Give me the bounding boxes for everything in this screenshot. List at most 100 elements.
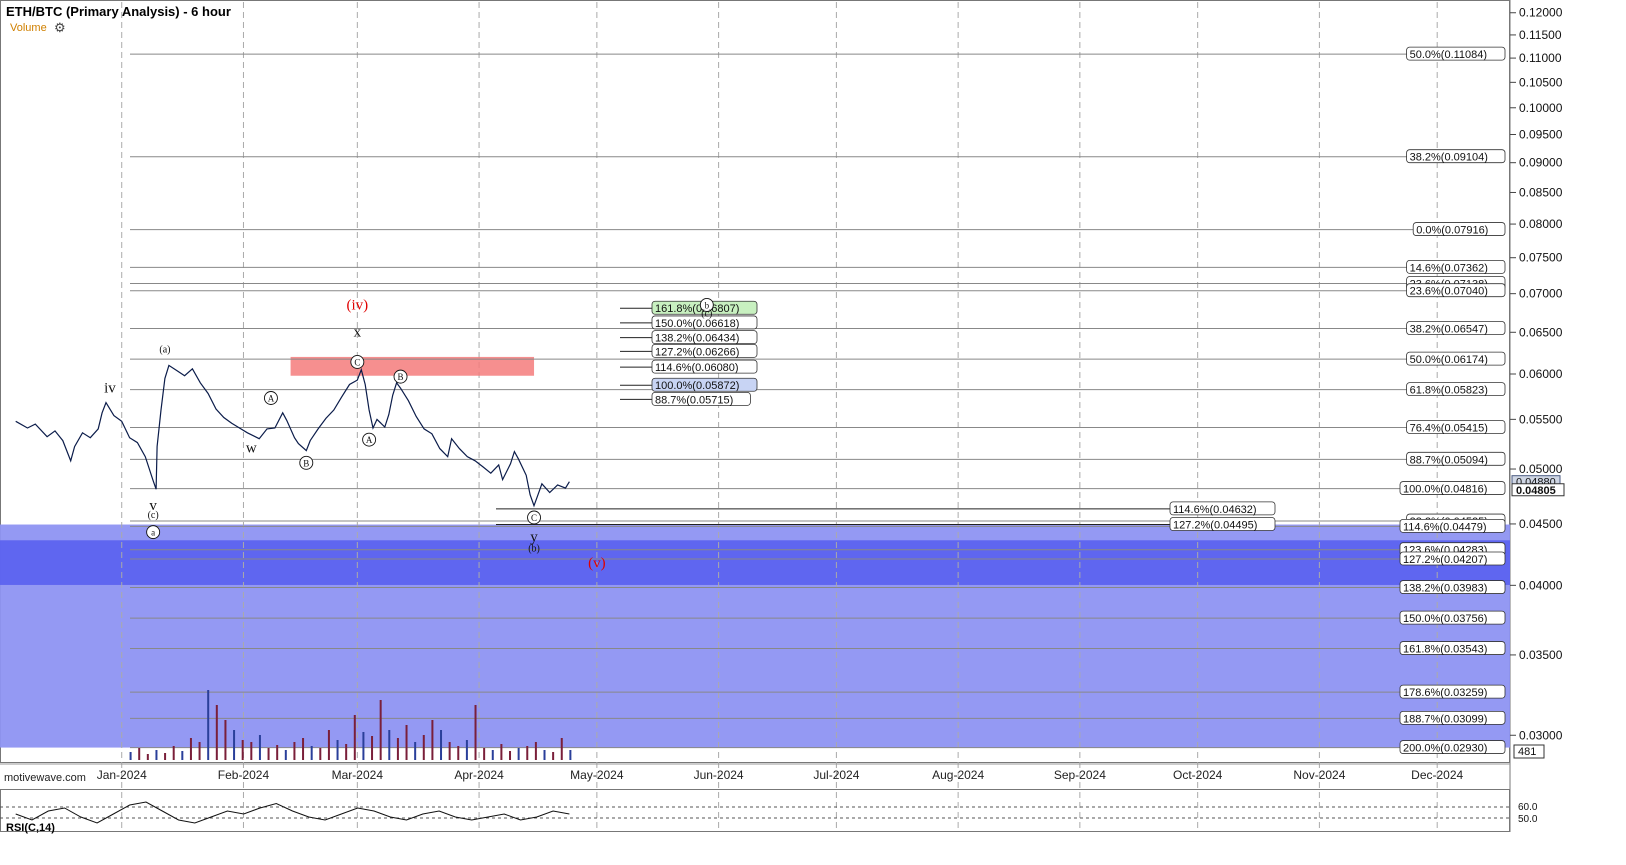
y-tick-label: 0.11000 bbox=[1519, 51, 1562, 65]
volume-bar bbox=[241, 740, 244, 760]
volume-bar bbox=[500, 744, 503, 760]
fib-upper-label: 138.2%(0.06434) bbox=[655, 333, 739, 345]
volume-bar bbox=[233, 730, 236, 760]
fib-right-label: 178.6%(0.03259) bbox=[1403, 687, 1487, 699]
fib-right-label: 200.0%(0.02930) bbox=[1403, 743, 1487, 755]
volume-bar bbox=[198, 742, 201, 760]
volume-bar bbox=[250, 742, 253, 760]
y-tick-label: 0.12000 bbox=[1519, 6, 1563, 20]
y-tick-label: 0.11500 bbox=[1519, 28, 1562, 42]
wave-label: (c) bbox=[701, 308, 712, 319]
chart-canvas[interactable]: Jan-2024 Feb-2024 Mar-2024 Apr-2024 May-2024… bbox=[0, 0, 1626, 865]
wave-label: iv bbox=[104, 381, 116, 397]
fib-upper-label: 114.6%(0.06080) bbox=[655, 362, 739, 374]
wave-label: (v) bbox=[588, 555, 606, 571]
volume-bar bbox=[327, 730, 330, 760]
fib-right-label: 127.2%(0.04207) bbox=[1403, 554, 1487, 566]
x-tick-label: Apr-2024 bbox=[454, 768, 504, 782]
y-tick-label: 0.05000 bbox=[1519, 462, 1563, 476]
volume-bar bbox=[310, 746, 313, 760]
volume-bar bbox=[129, 752, 132, 760]
fib-right-label: 61.8%(0.05823) bbox=[1410, 385, 1488, 397]
volume-bar bbox=[552, 752, 555, 760]
volume-bar bbox=[379, 700, 382, 760]
y-tick-label: 0.10000 bbox=[1519, 101, 1563, 115]
y-tick-label: 0.07000 bbox=[1519, 287, 1563, 301]
wave-label: (a) bbox=[159, 345, 170, 356]
watermark: motivewave.com bbox=[4, 772, 86, 784]
fib-right-label: 161.8%(0.03543) bbox=[1403, 644, 1487, 656]
x-tick-label: Oct-2024 bbox=[1173, 768, 1223, 782]
wave-label: B bbox=[398, 372, 404, 382]
volume-bar bbox=[258, 735, 261, 760]
volume-bar bbox=[224, 720, 227, 760]
fib-right-label: 114.6%(0.04479) bbox=[1403, 521, 1487, 533]
x-tick-label: May-2024 bbox=[570, 768, 624, 782]
volume-bar bbox=[172, 746, 175, 760]
volume-bar bbox=[276, 745, 279, 760]
y-tick-label: 0.08500 bbox=[1519, 185, 1563, 199]
fib-right-label: 76.4%(0.05415) bbox=[1410, 422, 1488, 434]
volume-bar bbox=[388, 730, 391, 760]
fib-upper-label: 161.8%(0.06807) bbox=[655, 303, 739, 315]
volume-bar bbox=[483, 748, 486, 760]
volume-bar bbox=[414, 742, 417, 760]
y-tick-label: 0.04000 bbox=[1519, 578, 1563, 592]
y-tick-label: 0.09000 bbox=[1519, 156, 1563, 170]
volume-bar bbox=[448, 742, 451, 760]
volume-bar bbox=[465, 740, 468, 760]
wave-label: B bbox=[303, 458, 309, 468]
wave-label: C bbox=[354, 357, 360, 367]
wave-label: A bbox=[366, 435, 373, 445]
volume-bar bbox=[215, 705, 218, 760]
fib-upper-label: 88.7%(0.05715) bbox=[655, 394, 733, 406]
volume-label[interactable]: Volume bbox=[10, 22, 47, 34]
rsi-level-50-label: 50.0 bbox=[1518, 814, 1538, 825]
volume-bar bbox=[207, 690, 210, 760]
volume-bar bbox=[336, 740, 339, 760]
wave-label: a bbox=[151, 528, 155, 538]
fib-upper-label: 150.0%(0.06618) bbox=[655, 318, 739, 330]
y-tick-label: 0.10500 bbox=[1519, 75, 1563, 89]
fib-right-label: 50.0%(0.11084) bbox=[1410, 49, 1487, 61]
volume-bar bbox=[353, 715, 356, 760]
x-tick-label: Nov-2024 bbox=[1293, 768, 1345, 782]
x-tick-label: Dec-2024 bbox=[1411, 768, 1463, 782]
volume-bar bbox=[422, 735, 425, 760]
wave-label: (c) bbox=[148, 510, 159, 521]
fib-right-label: 138.2%(0.03983) bbox=[1403, 583, 1487, 595]
fib-mid-label: 114.6%(0.04632) bbox=[1173, 504, 1257, 516]
volume-bar bbox=[534, 742, 537, 760]
volume-bar bbox=[138, 748, 141, 760]
volume-bar bbox=[457, 746, 460, 760]
y-tick-label: 0.05500 bbox=[1519, 412, 1563, 426]
volume-bar bbox=[181, 751, 184, 760]
volume-bar bbox=[284, 750, 287, 760]
fib-right-label: 188.7%(0.03099) bbox=[1403, 713, 1487, 725]
volume-bar bbox=[543, 750, 546, 760]
gear-icon[interactable]: ⚙ bbox=[54, 20, 66, 36]
y-tick-label: 0.06500 bbox=[1519, 325, 1563, 339]
volume-bar bbox=[189, 738, 192, 760]
fib-right-label: 23.6%(0.07040) bbox=[1410, 286, 1488, 298]
volume-tag-label: 481 bbox=[1518, 746, 1536, 758]
wave-label: (b) bbox=[528, 543, 540, 554]
volume-bar bbox=[491, 750, 494, 760]
x-tick-label: Mar-2024 bbox=[332, 768, 384, 782]
fib-upper-label: 127.2%(0.06266) bbox=[655, 346, 739, 358]
volume-bar bbox=[396, 738, 399, 760]
y-tick-label: 0.08000 bbox=[1519, 217, 1563, 231]
volume-bar bbox=[431, 720, 434, 760]
volume-bar bbox=[302, 738, 305, 760]
fib-right-label: 38.2%(0.09104) bbox=[1410, 152, 1488, 164]
x-tick-label: Jun-2024 bbox=[694, 768, 744, 782]
x-tick-label: Aug-2024 bbox=[932, 768, 984, 782]
volume-bar bbox=[345, 744, 348, 760]
y-tick-label: 0.07500 bbox=[1519, 251, 1563, 265]
y-tick-label: 0.03500 bbox=[1519, 648, 1563, 662]
fib-right-label: 14.6%(0.07362) bbox=[1410, 262, 1488, 274]
volume-bar bbox=[155, 750, 158, 760]
wave-label: A bbox=[268, 394, 275, 404]
volume-bar bbox=[440, 730, 443, 760]
rsi-level-60-label: 60.0 bbox=[1518, 802, 1538, 813]
